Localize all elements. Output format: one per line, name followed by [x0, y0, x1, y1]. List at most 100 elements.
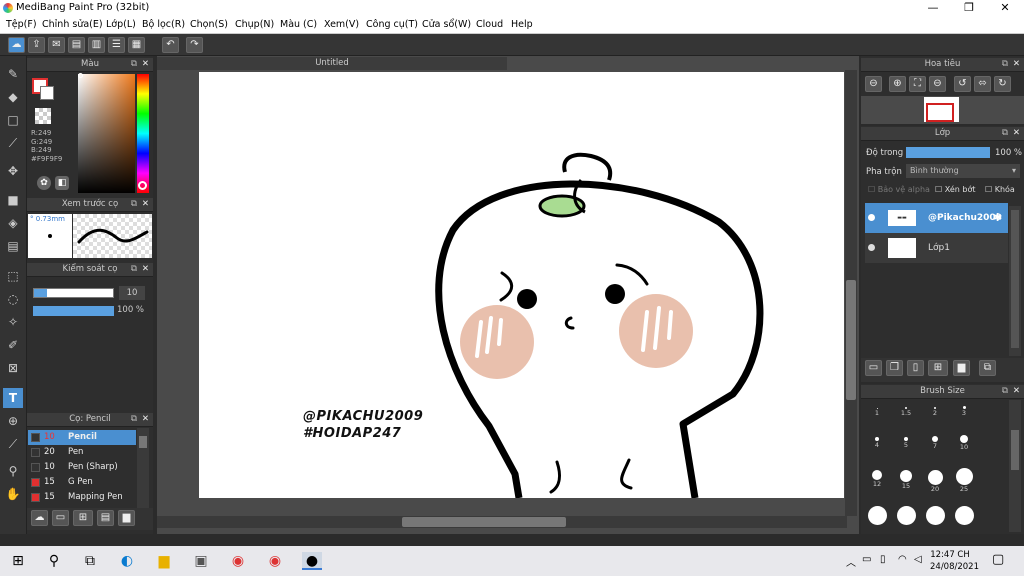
- rotate-right-icon[interactable]: ↻: [994, 76, 1011, 92]
- menu-filter[interactable]: Bộ lọc(R): [142, 19, 185, 30]
- volume-icon[interactable]: ◁: [914, 554, 922, 565]
- store-icon[interactable]: ▣: [191, 552, 211, 570]
- maximize-button[interactable]: ❐: [952, 0, 986, 17]
- layers-scrollbar[interactable]: [1009, 206, 1021, 356]
- brush-size-scrollbar[interactable]: [1009, 400, 1021, 532]
- brush-properties-icon[interactable]: ▤: [97, 510, 114, 526]
- wifi-icon[interactable]: ◠: [898, 554, 907, 565]
- transparent-swatch[interactable]: [35, 108, 51, 124]
- brush-item-g-pen[interactable]: 15 G Pen: [28, 475, 149, 490]
- menu-file[interactable]: Tệp(F): [6, 19, 37, 30]
- layer-opacity-slider[interactable]: [906, 147, 990, 158]
- layer-copy-icon[interactable]: ▯: [907, 360, 924, 376]
- zoom-in-icon[interactable]: ⊕: [889, 76, 906, 92]
- undo-icon[interactable]: ↶: [162, 37, 179, 53]
- brush-item-mapping-pen[interactable]: 15 Mapping Pen: [28, 490, 149, 505]
- brush-size-2[interactable]: 2: [922, 402, 948, 417]
- select-eraser-icon[interactable]: ⊠: [3, 358, 23, 378]
- layer-visibility-icon[interactable]: [868, 214, 875, 221]
- upload-icon[interactable]: ⇪: [28, 37, 45, 53]
- layer-merge-icon[interactable]: ⧉: [979, 360, 996, 376]
- chrome-profile-icon[interactable]: ◉: [265, 552, 285, 570]
- brush-size-larger-1[interactable]: [864, 506, 890, 525]
- layer-visibility-icon[interactable]: [868, 244, 875, 251]
- navigator-preview[interactable]: [861, 96, 1024, 124]
- menu-cloud[interactable]: Cloud: [476, 19, 503, 30]
- brush-item-pen[interactable]: 20 Pen: [28, 445, 149, 460]
- vertical-scrollbar[interactable]: [845, 70, 857, 516]
- windows-icon[interactable]: ⊞: [8, 552, 28, 570]
- cloud-icon[interactable]: ☁: [8, 37, 25, 53]
- brush-tool-icon[interactable]: ✎: [3, 64, 23, 84]
- line-tool-icon[interactable]: ⟋: [3, 133, 23, 153]
- shape-tool-icon[interactable]: □: [3, 110, 23, 130]
- zoom-reset-icon[interactable]: ⊖: [929, 76, 946, 92]
- add-layer-dropdown-icon[interactable]: ⊞: [928, 360, 948, 376]
- flip-icon[interactable]: ⬄: [974, 76, 991, 92]
- brush-folder-icon[interactable]: ▆: [118, 510, 135, 526]
- hand-tool-icon[interactable]: ✋: [3, 484, 23, 504]
- fill-tool-icon[interactable]: ◈: [3, 213, 23, 233]
- new-brush-icon[interactable]: ▭: [52, 510, 69, 526]
- file-explorer-icon[interactable]: ▆: [154, 552, 174, 570]
- hue-slider[interactable]: [137, 74, 149, 193]
- menu-layer[interactable]: Lớp(L): [106, 19, 136, 30]
- canvas-tab[interactable]: Untitled: [157, 57, 507, 70]
- brush-item-pencil[interactable]: 10 Pencil: [28, 430, 136, 445]
- duplicate-layer-icon[interactable]: ❐: [886, 360, 903, 376]
- eyedropper-icon[interactable]: ⚲: [3, 461, 23, 481]
- brush-size-15[interactable]: 15: [893, 470, 919, 490]
- brush-size-slider[interactable]: [33, 288, 114, 298]
- magic-wand-icon[interactable]: ✧: [3, 312, 23, 332]
- tablet-icon[interactable]: ▯: [880, 554, 886, 565]
- layer-folder-icon[interactable]: ▆: [953, 360, 970, 376]
- gradient-tool-icon[interactable]: ▤: [3, 236, 23, 256]
- brush-size-10[interactable]: 10: [951, 434, 977, 451]
- document-icon[interactable]: ▥: [88, 37, 105, 53]
- notification-icon[interactable]: ▢: [992, 552, 1004, 567]
- protect-alpha-checkbox[interactable]: ☐ Bảo vệ alpha: [868, 185, 930, 194]
- minimize-button[interactable]: —: [916, 0, 950, 17]
- clipping-checkbox[interactable]: ☐ Xén bớt: [935, 185, 975, 194]
- move-tool-icon[interactable]: ✥: [3, 161, 23, 181]
- select-rect-icon[interactable]: ⬚: [3, 266, 23, 286]
- brush-size-20[interactable]: 20: [922, 470, 948, 493]
- comment-icon[interactable]: ▤: [68, 37, 85, 53]
- brush-size-3[interactable]: 3: [951, 402, 977, 417]
- menu-help[interactable]: Help: [511, 19, 533, 30]
- layer-row-lop1[interactable]: Lớp1: [865, 233, 1008, 263]
- brush-size-4[interactable]: 4: [864, 434, 890, 449]
- clock-time[interactable]: 12:47 CH: [930, 550, 970, 560]
- menu-view[interactable]: Xem(V): [324, 19, 359, 30]
- brush-size-value[interactable]: 10: [119, 286, 145, 300]
- medibang-taskbar-icon[interactable]: ●: [302, 552, 322, 570]
- select-pen-icon[interactable]: ✐: [3, 335, 23, 355]
- layer-row-pikachu2009[interactable]: ▬▬ @Pikachu2009 ✱: [865, 203, 1008, 233]
- menu-snap[interactable]: Chụp(N): [235, 19, 274, 30]
- search-icon[interactable]: ⚲: [44, 552, 64, 570]
- battery-icon[interactable]: ▭: [862, 554, 871, 565]
- palette-icon[interactable]: ✿: [37, 176, 51, 190]
- lasso-icon[interactable]: ◌: [3, 289, 23, 309]
- chrome-icon[interactable]: ◉: [228, 552, 248, 570]
- brush-size-1[interactable]: 1: [864, 402, 890, 417]
- brush-size-larger-4[interactable]: [951, 506, 977, 525]
- redo-icon[interactable]: ↷: [186, 37, 203, 53]
- rotate-left-icon[interactable]: ↺: [954, 76, 971, 92]
- add-brush-cloud-icon[interactable]: ☁: [31, 510, 48, 526]
- close-button[interactable]: ✕: [988, 0, 1022, 17]
- menu-edit[interactable]: Chỉnh sửa(E): [42, 19, 103, 30]
- color-saturation-box[interactable]: [78, 74, 135, 193]
- layer-settings-icon[interactable]: ✱: [993, 203, 1002, 233]
- horizontal-scrollbar[interactable]: [157, 516, 847, 528]
- zoom-out-icon[interactable]: ⊖: [865, 76, 882, 92]
- chat-icon[interactable]: ✉: [48, 37, 65, 53]
- new-layer-icon[interactable]: ▭: [865, 360, 882, 376]
- menu-tools[interactable]: Công cụ(T): [366, 19, 418, 30]
- brush-size-5[interactable]: 5: [893, 434, 919, 449]
- tray-chevron-icon[interactable]: ︿: [846, 554, 856, 569]
- brush-opacity-slider[interactable]: [33, 306, 114, 316]
- grid-icon[interactable]: ▦: [128, 37, 145, 53]
- brush-size-1-5[interactable]: 1.5: [893, 402, 919, 417]
- menu-color[interactable]: Màu (C): [280, 19, 317, 30]
